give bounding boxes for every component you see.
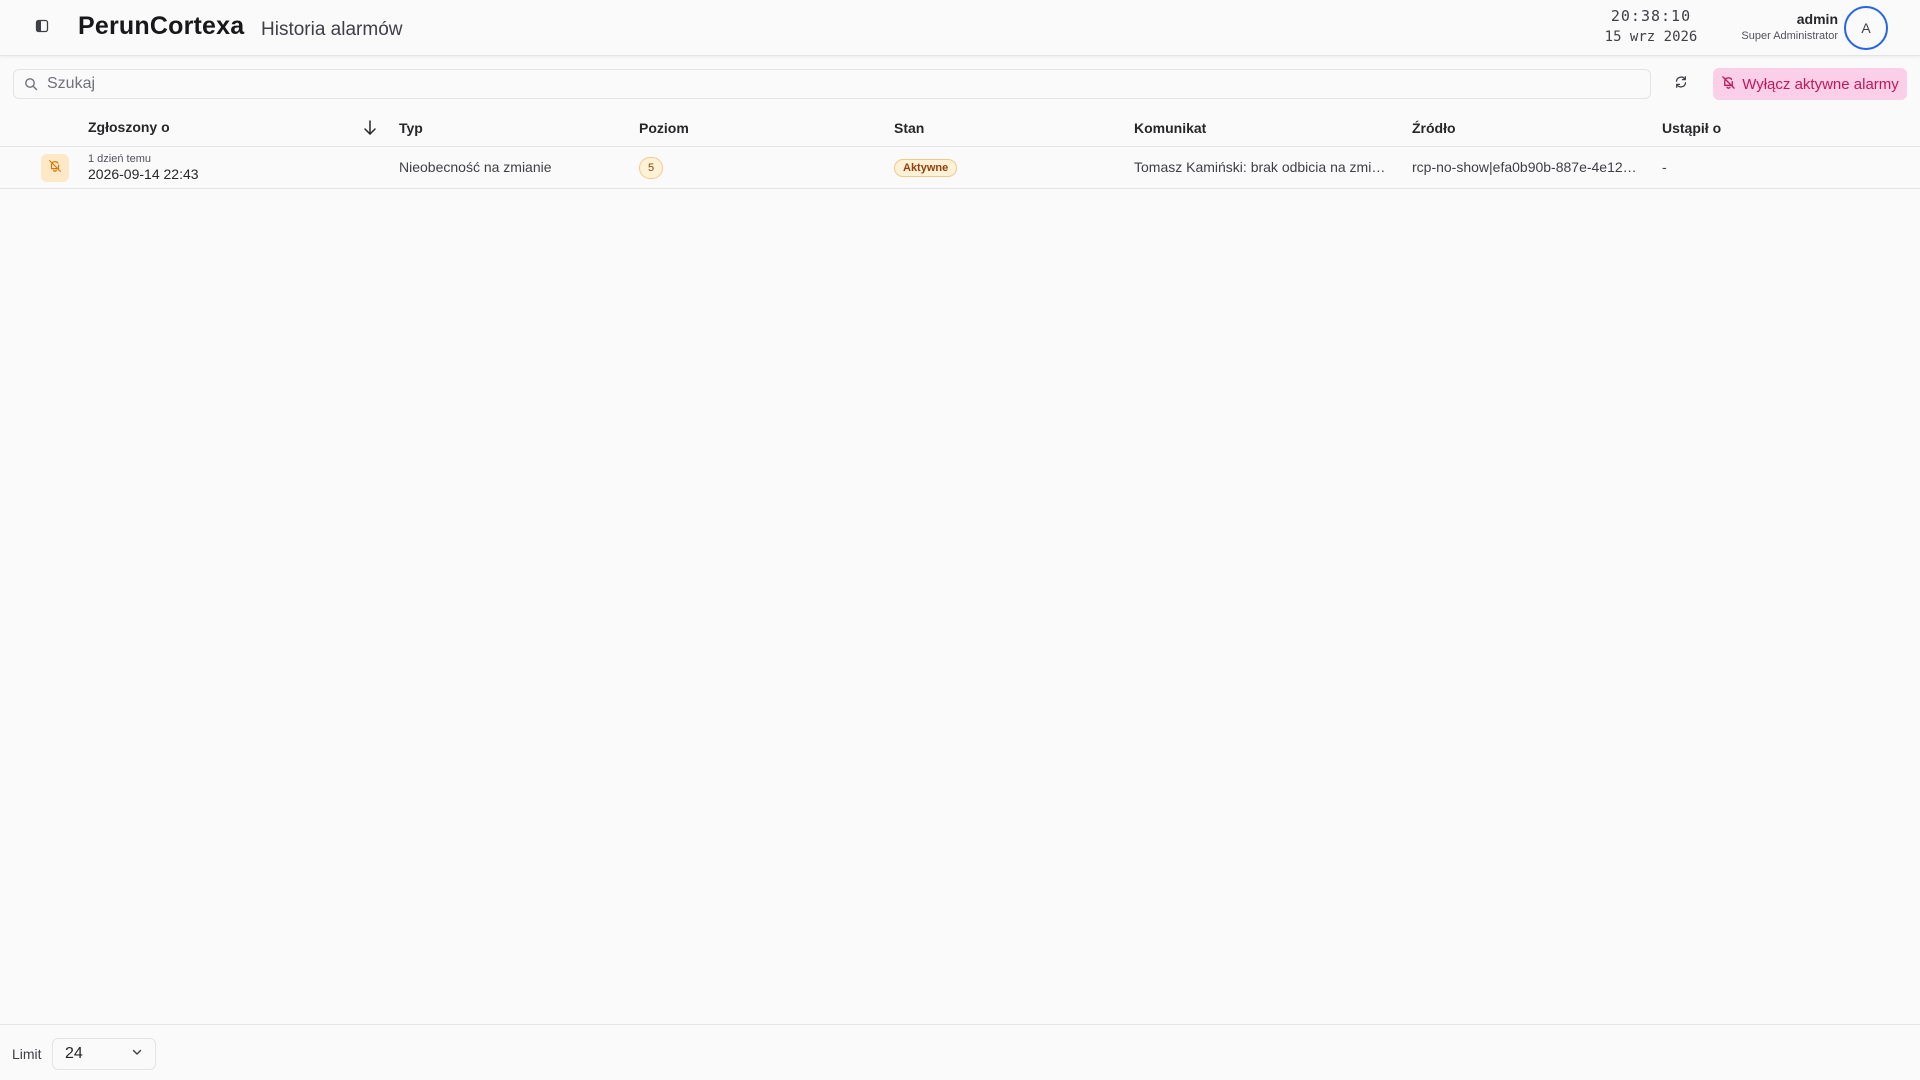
avatar[interactable]: A bbox=[1844, 6, 1888, 50]
level-badge: 5 bbox=[639, 157, 663, 179]
user-info: admin Super Administrator bbox=[1741, 10, 1838, 44]
column-reported-at[interactable]: Zgłoszony o bbox=[88, 119, 170, 135]
user-name: admin bbox=[1796, 11, 1838, 27]
disable-active-alarms-button[interactable]: Wyłącz aktywne alarmy bbox=[1713, 68, 1907, 100]
clock-time: 20:38:10 bbox=[1610, 7, 1692, 25]
limit-value: 24 bbox=[65, 1045, 83, 1062]
footer: Limit 24 bbox=[0, 1024, 1920, 1080]
column-yielded-at[interactable]: Ustąpił o bbox=[1662, 120, 1721, 136]
alarm-source: rcp-no-show|efa0b90b-887e-4e12… bbox=[1412, 159, 1637, 175]
alarm-status-icon-box bbox=[41, 154, 69, 182]
refresh-icon bbox=[1674, 75, 1688, 94]
top-bar: PerunCortexa Historia alarmów 20:38:10 1… bbox=[0, 0, 1920, 56]
column-source[interactable]: Źródło bbox=[1412, 120, 1456, 136]
chevron-down-icon bbox=[131, 1045, 143, 1063]
column-state[interactable]: Stan bbox=[894, 120, 924, 136]
avatar-initial: A bbox=[1861, 20, 1871, 36]
search-icon bbox=[24, 77, 38, 91]
app-root: PerunCortexa Historia alarmów 20:38:10 1… bbox=[0, 0, 1920, 1080]
table-header: Zgłoszony o Typ Poziom Stan Komunikat Źr… bbox=[0, 110, 1920, 147]
bell-off-icon bbox=[1721, 75, 1736, 94]
reported-relative: 1 dzień temu bbox=[88, 153, 151, 165]
clock: 20:38:10 15 wrz 2026 bbox=[1596, 6, 1706, 48]
alarm-type: Nieobecność na zmianie bbox=[399, 159, 552, 175]
app-brand: PerunCortexa bbox=[78, 12, 245, 40]
sort-desc-icon[interactable] bbox=[361, 118, 379, 138]
alarms-table: Zgłoszony o Typ Poziom Stan Komunikat Źr… bbox=[0, 110, 1920, 189]
column-message[interactable]: Komunikat bbox=[1134, 120, 1206, 136]
page-title: Historia alarmów bbox=[261, 19, 403, 40]
user-role: Super Administrator bbox=[1741, 30, 1838, 42]
limit-label: Limit bbox=[12, 1046, 42, 1062]
column-type[interactable]: Typ bbox=[399, 120, 423, 136]
search-box bbox=[13, 69, 1651, 99]
bell-off-icon bbox=[48, 159, 62, 178]
reported-at: 2026-09-14 22:43 bbox=[88, 166, 199, 182]
status-badge: Aktywne bbox=[894, 159, 958, 177]
refresh-button[interactable] bbox=[1666, 69, 1696, 99]
search-input[interactable] bbox=[47, 70, 1637, 98]
table-row[interactable]: 1 dzień temu 2026-09-14 22:43 Nieobecnoś… bbox=[0, 147, 1920, 189]
column-level[interactable]: Poziom bbox=[639, 120, 689, 136]
sidebar-toggle-button[interactable] bbox=[26, 12, 58, 44]
disable-active-alarms-label: Wyłącz aktywne alarmy bbox=[1742, 75, 1899, 93]
clock-date: 15 wrz 2026 bbox=[1604, 29, 1698, 45]
alarm-message: Tomasz Kamiński: brak odbicia na zmia… bbox=[1134, 159, 1392, 175]
sidebar-toggle-icon bbox=[35, 19, 49, 38]
yielded-at: - bbox=[1662, 159, 1667, 175]
limit-select[interactable]: 24 bbox=[52, 1038, 156, 1070]
